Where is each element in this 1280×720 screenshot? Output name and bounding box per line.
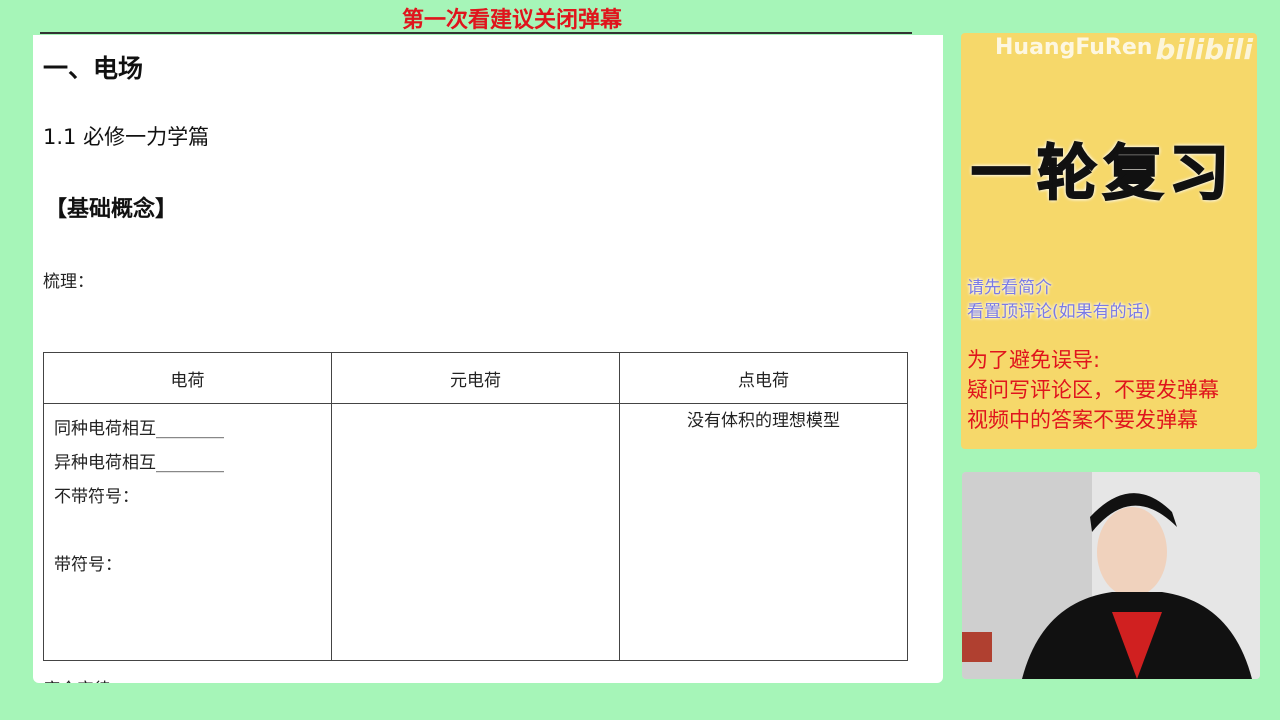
cell-point-charge: 没有体积的理想模型	[619, 403, 908, 661]
presenter-video	[962, 472, 1260, 679]
notice-line: 看置顶评论(如果有的话)	[967, 302, 1151, 322]
heading-2: 1.1 必修一力学篇	[43, 125, 210, 149]
divider	[40, 32, 912, 34]
document-page: 一、电场 1.1 必修一力学篇 【基础概念】 梳理： 电荷 元电荷 点电荷 同种…	[33, 35, 943, 683]
info-panel: HuangFuRen bilibili 一轮复习 请先看简介 看置顶评论(如果有…	[961, 33, 1257, 449]
bilibili-logo: bilibili	[1155, 33, 1253, 66]
notice-blue: 请先看简介 看置顶评论(如果有的话)	[967, 276, 1150, 324]
header-point-charge: 点电荷	[619, 352, 908, 404]
cut-off-text: 库仑定律	[43, 675, 111, 683]
notice-red: 为了避免误导: 疑问写评论区，不要发弹幕 视频中的答案不要发弹幕	[967, 345, 1219, 435]
notice-line: 为了避免误导:	[967, 348, 1101, 372]
cell-line: 不带符号：	[54, 487, 139, 507]
section-label: 梳理：	[43, 272, 94, 292]
webcam-feed	[962, 472, 1260, 679]
cell-elementary-charge	[331, 403, 620, 661]
cell-charge: 同种电荷相互________ 异种电荷相互________ 不带符号： 带符号：	[43, 403, 332, 661]
panel-title: 一轮复习	[970, 138, 1235, 210]
cell-line	[54, 514, 321, 548]
notice-line: 视频中的答案不要发弹幕	[967, 408, 1198, 432]
notice-line: 疑问写评论区，不要发弹幕	[967, 378, 1219, 402]
cell-line: 异种电荷相互________	[54, 453, 224, 473]
cell-line: 带符号：	[54, 555, 122, 575]
danmaku-banner: 第一次看建议关闭弹幕	[401, 8, 622, 33]
concept-table: 电荷 元电荷 点电荷 同种电荷相互________ 异种电荷相互________…	[43, 352, 908, 661]
header-charge: 电荷	[43, 352, 332, 404]
heading-1: 一、电场	[43, 54, 144, 83]
header-elementary-charge: 元电荷	[331, 352, 620, 404]
cell-line: 同种电荷相互________	[54, 419, 224, 439]
cell-line: 没有体积的理想模型	[687, 411, 840, 431]
notice-line: 请先看简介	[967, 278, 1052, 298]
heading-3: 【基础概念】	[45, 197, 178, 222]
watermark: HuangFuRen	[995, 35, 1153, 60]
